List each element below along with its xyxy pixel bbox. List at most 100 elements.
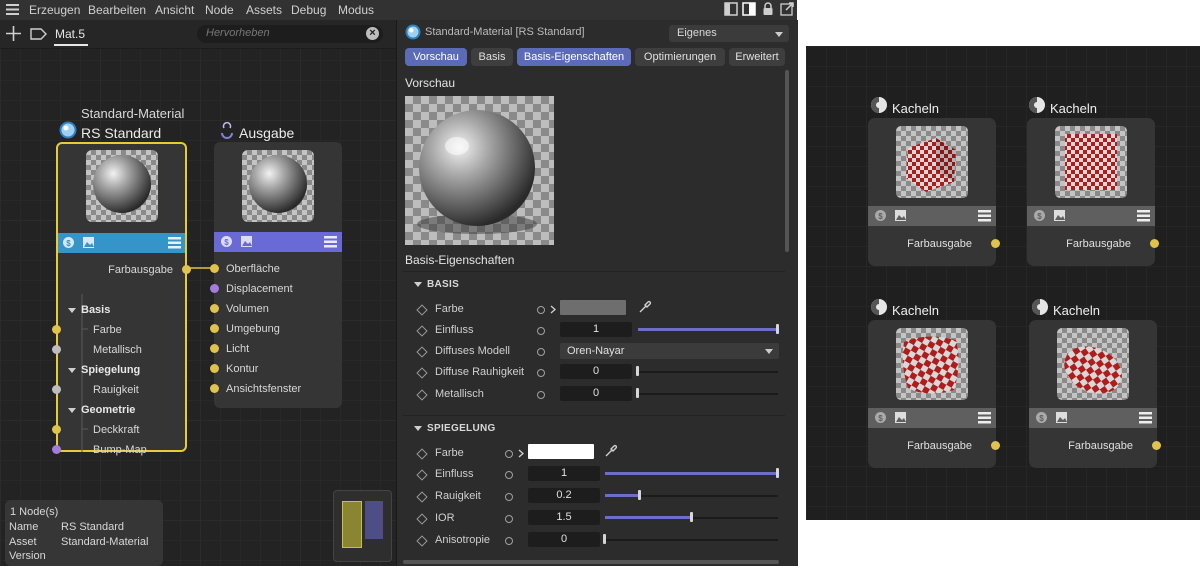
coin-icon[interactable]: $ <box>1033 209 1046 222</box>
output-port-dot[interactable] <box>991 239 1000 248</box>
tab-erweitert[interactable]: Erweitert <box>729 48 785 66</box>
image-icon[interactable] <box>894 411 907 424</box>
output-port-dot[interactable] <box>1150 239 1159 248</box>
menu-assets[interactable]: Assets <box>246 3 282 17</box>
input-port-dot[interactable] <box>52 385 61 394</box>
keyframe-diamond-icon[interactable] <box>416 448 428 460</box>
kacheln-node[interactable]: $ Farbausgabe <box>868 118 1000 266</box>
section-basis[interactable]: BASIS <box>427 279 459 290</box>
list-icon[interactable] <box>324 235 337 248</box>
keyframe-diamond-icon[interactable] <box>416 367 428 379</box>
input-port-dot[interactable] <box>210 264 219 273</box>
image-icon[interactable] <box>240 235 253 248</box>
eyedropper-icon[interactable] <box>638 300 652 314</box>
menu-ansicht[interactable]: Ansicht <box>155 3 194 17</box>
slider-handle[interactable] <box>776 324 779 334</box>
mode-dropdown[interactable]: Eigenes <box>669 25 789 42</box>
input-port-dot[interactable] <box>210 364 219 373</box>
spec-ior-input[interactable]: 1.5 <box>528 510 600 525</box>
kacheln-node[interactable]: $ Farbausgabe <box>1029 320 1161 468</box>
tab-vorschau[interactable]: Vorschau <box>405 48 467 66</box>
input-port-dot[interactable] <box>52 325 61 334</box>
slider-handle[interactable] <box>776 468 779 478</box>
keyframe-diamond-icon[interactable] <box>416 325 428 337</box>
tab-basis-eigenschaften[interactable]: Basis-Eigenschaften <box>517 48 631 66</box>
list-icon[interactable] <box>168 236 181 249</box>
keyframe-diamond-icon[interactable] <box>416 304 428 316</box>
input-port-dot[interactable] <box>210 284 219 293</box>
keyframe-diamond-icon[interactable] <box>416 346 428 358</box>
list-icon[interactable] <box>978 209 991 222</box>
menu-modus[interactable]: Modus <box>338 3 374 17</box>
keyframe-diamond-icon[interactable] <box>416 513 428 525</box>
tab-basis[interactable]: Basis <box>471 48 513 66</box>
image-icon[interactable] <box>1055 411 1068 424</box>
menu-erzeugen[interactable]: Erzeugen <box>29 3 80 17</box>
menu-debug[interactable]: Debug <box>291 3 326 17</box>
slider-handle[interactable] <box>603 534 606 544</box>
coin-icon[interactable]: $ <box>1035 411 1048 424</box>
ausgabe-node[interactable]: $ Oberfläche Displacement Volumen Umgebu… <box>210 142 342 408</box>
coin-icon[interactable]: $ <box>874 209 887 222</box>
keyframe-diamond-icon[interactable] <box>416 535 428 547</box>
einfluss-input[interactable]: 1 <box>560 322 632 337</box>
list-icon[interactable] <box>1139 411 1152 424</box>
slider-handle[interactable] <box>636 388 639 398</box>
menu-bearbeiten[interactable]: Bearbeiten <box>88 3 146 17</box>
horizontal-scrollbar[interactable] <box>403 560 779 564</box>
chevron-down-icon[interactable] <box>68 368 76 373</box>
lock-icon[interactable] <box>762 2 774 16</box>
metallisch-slider[interactable] <box>638 393 778 395</box>
spec-aniso-input[interactable]: 0 <box>528 532 600 547</box>
chevron-down-icon[interactable] <box>68 308 76 313</box>
group-spiegelung[interactable]: Spiegelung <box>81 364 140 376</box>
kacheln-node[interactable]: $ Farbausgabe <box>1027 118 1159 266</box>
input-port-dot[interactable] <box>52 425 61 434</box>
tab-optimierungen[interactable]: Optimierungen <box>635 48 725 66</box>
eyedropper-icon[interactable] <box>604 444 618 458</box>
image-icon[interactable] <box>82 236 95 249</box>
minimap[interactable] <box>333 490 392 562</box>
rauhigkeit-input[interactable]: 0 <box>560 364 632 379</box>
coin-icon[interactable]: $ <box>220 235 233 248</box>
input-port-dot[interactable] <box>52 445 61 454</box>
animate-ring-icon[interactable] <box>505 493 513 501</box>
animate-ring-icon[interactable] <box>505 515 513 523</box>
metallisch-input[interactable]: 0 <box>560 386 632 401</box>
animate-ring-icon[interactable] <box>537 391 545 399</box>
color-swatch[interactable] <box>560 300 626 315</box>
layout-left-icon[interactable] <box>724 2 738 16</box>
spec-aniso-slider[interactable] <box>605 539 778 541</box>
spec-einfluss-input[interactable]: 1 <box>528 466 600 481</box>
standard-material-node[interactable]: $ Farbausgabe Basis Farbe Metallisch Spi… <box>52 142 191 456</box>
slider-handle[interactable] <box>690 512 693 522</box>
chevron-right-icon[interactable] <box>518 449 524 458</box>
section-spiegelung[interactable]: SPIEGELUNG <box>427 423 496 434</box>
animate-ring-icon[interactable] <box>537 327 545 335</box>
image-icon[interactable] <box>1053 209 1066 222</box>
list-icon[interactable] <box>1137 209 1150 222</box>
input-port-dot[interactable] <box>210 304 219 313</box>
keyframe-diamond-icon[interactable] <box>416 389 428 401</box>
slider-handle[interactable] <box>636 366 639 376</box>
animate-ring-icon[interactable] <box>537 306 545 314</box>
keyframe-diamond-icon[interactable] <box>416 491 428 503</box>
color-swatch[interactable] <box>528 444 594 459</box>
animate-ring-icon[interactable] <box>505 537 513 545</box>
coin-icon[interactable]: $ <box>874 411 887 424</box>
keyframe-diamond-icon[interactable] <box>416 469 428 481</box>
chevron-down-icon[interactable] <box>414 426 422 431</box>
kacheln-node-canvas[interactable]: Kacheln $ Farbausgabe Kacheln $ Farbausg… <box>806 46 1200 520</box>
spec-rauigkeit-input[interactable]: 0.2 <box>528 488 600 503</box>
animate-ring-icon[interactable] <box>537 369 545 377</box>
chevron-right-icon[interactable] <box>550 305 556 314</box>
chevron-down-icon[interactable] <box>414 282 422 287</box>
input-port-dot[interactable] <box>52 345 61 354</box>
output-port-dot[interactable] <box>182 265 191 274</box>
diffuses-modell-dropdown[interactable]: Oren-Nayar <box>560 343 779 359</box>
input-port-dot[interactable] <box>210 384 219 393</box>
node-editor[interactable]: Mat.5 Hervorheben × Standard-Material RS… <box>0 20 396 566</box>
group-geometrie[interactable]: Geometrie <box>81 404 135 416</box>
input-port-dot[interactable] <box>210 324 219 333</box>
layout-right-icon[interactable] <box>742 2 756 16</box>
